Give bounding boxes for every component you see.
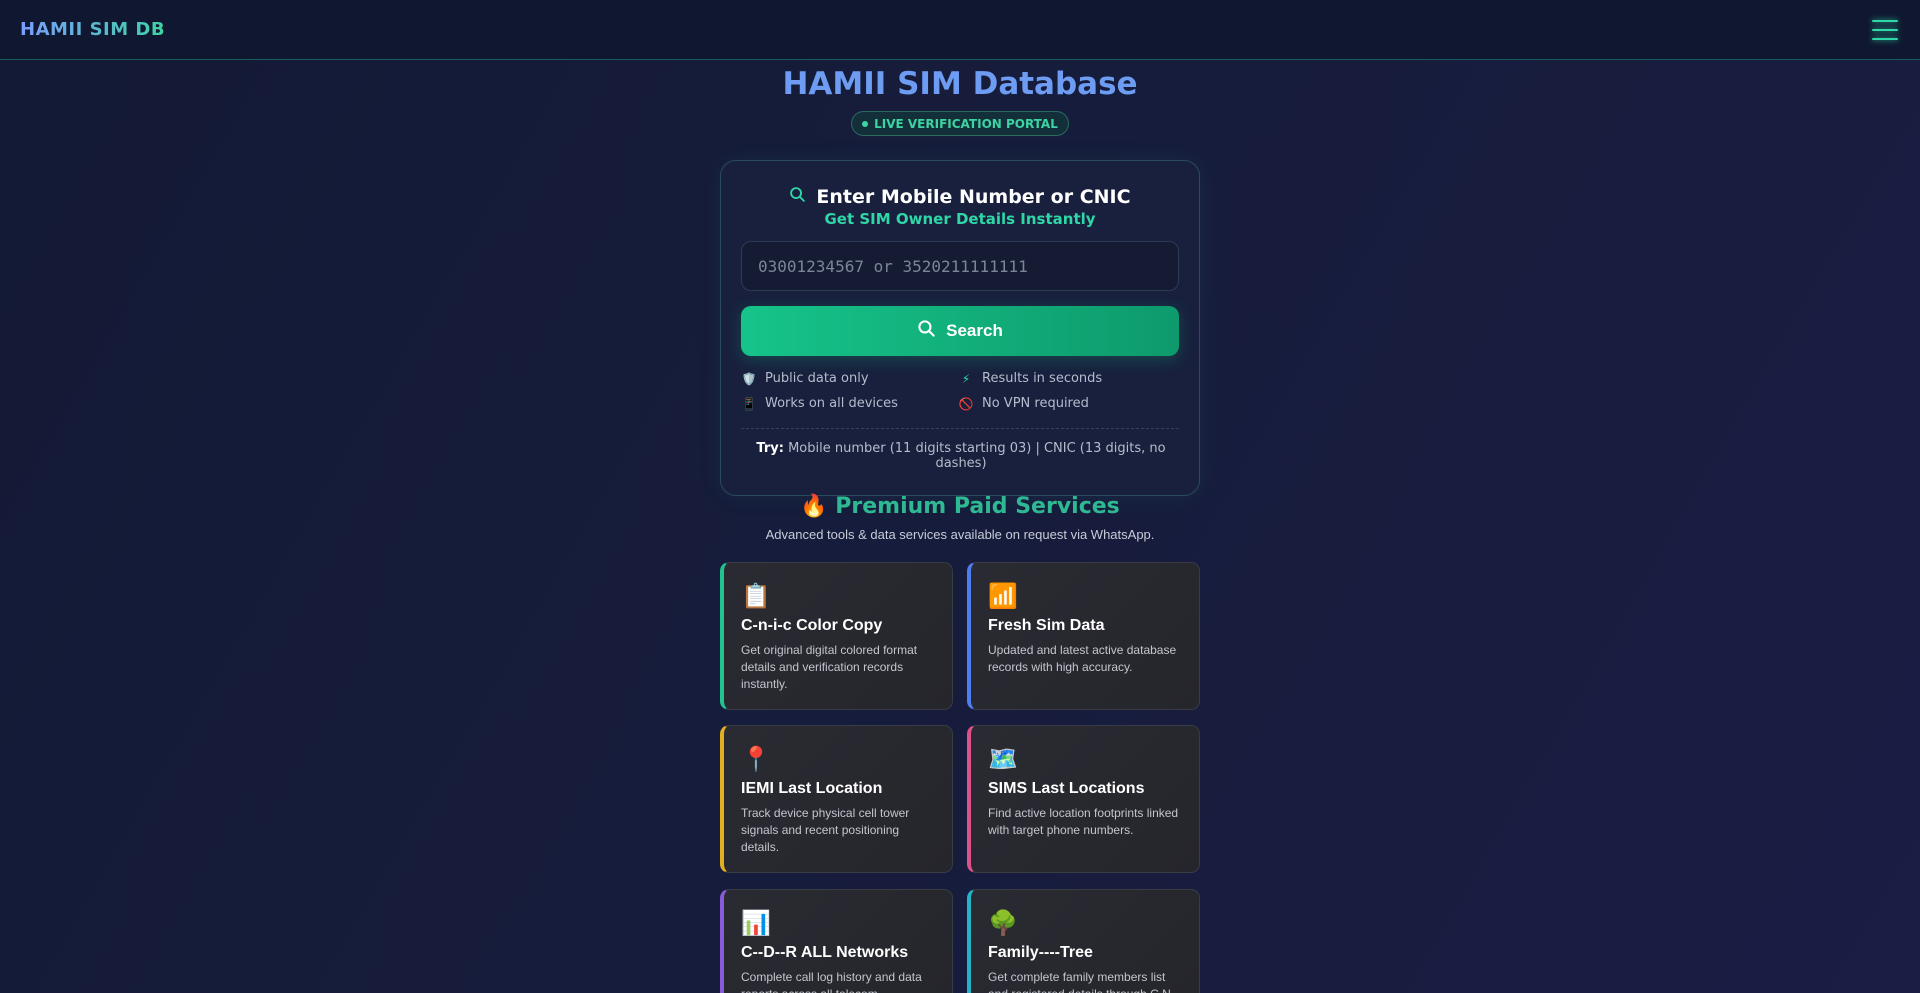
signal-bars-icon: 📶 [988, 582, 1018, 610]
feature-label: Works on all devices [765, 396, 898, 411]
tree-icon: 🌳 [988, 909, 1018, 937]
feature-item: 📱 Works on all devices [741, 396, 898, 411]
search-card-subtitle: Get SIM Owner Details Instantly [824, 210, 1096, 228]
brand-logo[interactable]: HAMII SIM DB [20, 19, 165, 40]
try-hint-label: Try: [756, 441, 784, 456]
service-name: C--D--R ALL Networks [741, 944, 909, 961]
feature-label: Results in seconds [982, 371, 1103, 386]
service-card-cdr-all-networks[interactable]: 📊 C--D--R ALL Networks Complete call log… [720, 889, 953, 993]
top-navbar: HAMII SIM DB [0, 0, 1920, 60]
service-description: Get original digital colored format deta… [741, 643, 918, 691]
world-map-icon: 🗺️ [988, 745, 1018, 773]
search-icon [917, 319, 936, 343]
bar-chart-icon: 📊 [741, 909, 771, 937]
service-card-fresh-sim-data[interactable]: 📶 Fresh Sim Data Updated and latest acti… [967, 562, 1200, 710]
service-card-family-tree[interactable]: 🌳 Family----Tree Get complete family mem… [967, 889, 1200, 993]
divider [741, 428, 1179, 429]
live-dot-icon [862, 120, 869, 127]
mobile-phone-icon: 📱 [741, 396, 757, 411]
service-description: Get complete family members list and reg… [988, 970, 1171, 993]
search-card-title: Enter Mobile Number or CNIC [721, 186, 1199, 208]
search-input[interactable] [741, 241, 1179, 291]
feature-item: 🛡️ Public data only [741, 371, 869, 386]
lightning-icon: ⚡ [961, 371, 971, 386]
feature-label: Public data only [765, 371, 869, 386]
search-button[interactable]: Search [741, 306, 1179, 356]
search-card-title-text: Enter Mobile Number or CNIC [816, 186, 1131, 208]
clipboard-icon: 📋 [741, 582, 771, 610]
service-name: SIMS Last Locations [988, 780, 1145, 797]
try-hint: Try: Mobile number (11 digits starting 0… [751, 441, 1171, 471]
service-card-cnic-color-copy[interactable]: 📋 C-n-i-c Color Copy Get original digita… [720, 562, 953, 710]
feature-label: No VPN required [982, 396, 1089, 411]
premium-section-title: 🔥 Premium Paid Services [800, 494, 1120, 519]
premium-section-subtitle: Advanced tools & data services available… [765, 527, 1155, 542]
try-hint-text: Mobile number (11 digits starting 03) | … [788, 441, 1166, 471]
search-icon [789, 186, 806, 208]
service-description: Find active location footprints linked w… [988, 806, 1179, 837]
search-card: Enter Mobile Number or CNIC Get SIM Owne… [720, 160, 1200, 496]
feature-item: ⚡ Results in seconds [958, 371, 1102, 386]
service-name: IEMI Last Location [741, 780, 883, 797]
service-description: Updated and latest active database recor… [988, 643, 1177, 674]
feature-item: 🚫 No VPN required [958, 396, 1089, 411]
search-button-label: Search [946, 321, 1003, 340]
live-status-badge: LIVE VERIFICATION PORTAL [851, 111, 1069, 136]
service-name: Fresh Sim Data [988, 617, 1105, 634]
service-card-sims-last-locations[interactable]: 🗺️ SIMS Last Locations Find active locat… [967, 725, 1200, 873]
live-badge-label: LIVE VERIFICATION PORTAL [874, 116, 1058, 131]
service-name: C-n-i-c Color Copy [741, 617, 883, 634]
prohibited-icon: 🚫 [958, 396, 974, 411]
hamburger-menu-icon[interactable] [1872, 19, 1898, 40]
service-name: Family----Tree [988, 944, 1093, 961]
service-description: Track device physical cell tower signals… [741, 806, 910, 854]
location-pin-icon: 📍 [741, 745, 771, 773]
service-description: Complete call log history and data repor… [741, 970, 922, 993]
shield-icon: 🛡️ [741, 371, 757, 386]
page-title: HAMII SIM Database [782, 66, 1138, 102]
service-card-iemi-last-location[interactable]: 📍 IEMI Last Location Track device physic… [720, 725, 953, 873]
